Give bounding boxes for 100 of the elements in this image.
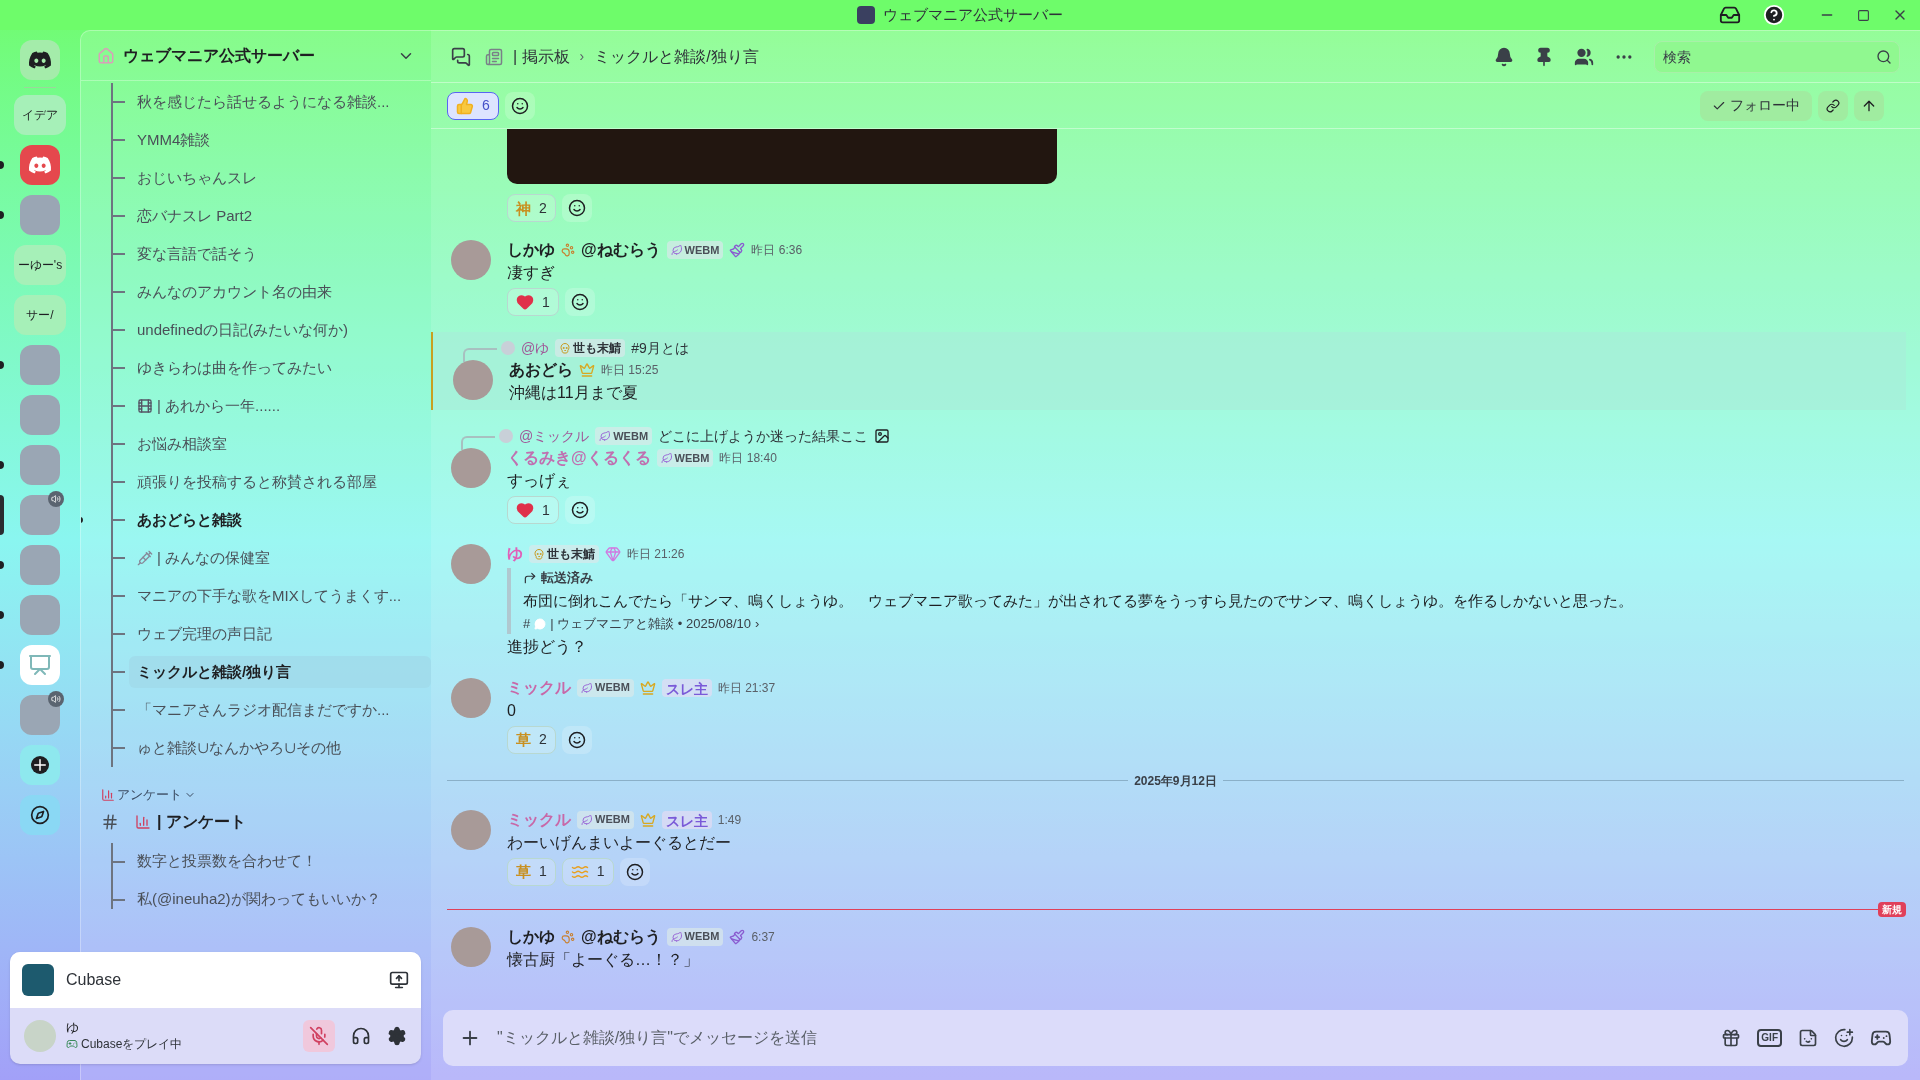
sticker-icon[interactable] (1798, 1028, 1818, 1048)
avatar (499, 429, 513, 443)
speaker-icon (48, 491, 64, 507)
leaf-icon (670, 930, 683, 943)
muted-microphone-icon[interactable] (303, 1020, 335, 1052)
thread-item[interactable]: 数字と投票数を合わせて！ (129, 845, 431, 878)
add-server-button[interactable] (20, 745, 60, 785)
reaction-button[interactable]: 1 (561, 857, 614, 886)
pin-icon[interactable] (1534, 46, 1554, 67)
add-reaction-icon[interactable] (561, 725, 592, 754)
reaction-button[interactable]: 草 1 (507, 857, 556, 886)
message-text: 沖縄は11月まで夏 (509, 383, 639, 403)
chart-icon (135, 813, 151, 830)
thread-item[interactable]: おじいちゃんスレ (129, 162, 431, 194)
forwarded-label: 転送済み (541, 569, 593, 587)
forum-icon (485, 47, 503, 66)
timestamp: 6:37 (751, 928, 775, 946)
thread-item[interactable]: ウェブ完理の声日記 (129, 618, 431, 650)
message-text: すっげぇ (507, 471, 572, 491)
thread-item[interactable]: お悩み相談室 (129, 428, 431, 460)
avatar (451, 240, 491, 280)
forwarded-text: 布団に倒れこんでたら「サンマ、鳴くしょうゆ。 ウェブマニア歌ってみた」が出されてる夢をうっすら見たのでサンマ、鳴くしょうゆ。を作るしかないと思った。 (523, 590, 1633, 611)
search-field[interactable]: 検索 (1654, 40, 1900, 73)
thread-item[interactable]: ゆきらわは曲を作ってみたい (129, 352, 431, 384)
author-name[interactable]: あおどら (509, 358, 573, 382)
maximize-icon[interactable] (1857, 8, 1870, 22)
forum-name[interactable]: | 掲示板 (513, 44, 570, 69)
reaction-button[interactable]: 6 (447, 91, 499, 120)
thread-item[interactable]: ゅと雑談∪なんかやろ∪その他 (129, 732, 431, 764)
screen-share-icon[interactable] (389, 970, 409, 990)
message-composer[interactable]: "ミックルと雑談/独り言"でメッセージを送信 GIF (443, 1010, 1908, 1066)
unread-indicator (0, 361, 4, 369)
reaction-button[interactable]: 神 2 (507, 194, 556, 222)
channel-item[interactable]: | アンケート (157, 809, 246, 834)
paw-icon (561, 243, 575, 257)
thread-item[interactable]: undefinedの日記(みたいな何か) (129, 314, 431, 346)
username: ゆ (66, 1020, 80, 1036)
thread-item[interactable]: 変な言語で話そう (129, 238, 431, 270)
headphones-icon[interactable] (351, 1026, 371, 1046)
thread-item[interactable]: 秋を感じたら話せるようになる雑談... (129, 86, 431, 118)
server-button[interactable]: サー/ (14, 295, 66, 335)
author-name[interactable]: しかゆ (507, 238, 555, 262)
thread-item[interactable]: | みんなの保健室 (129, 542, 431, 574)
inbox-icon[interactable] (1719, 4, 1741, 26)
add-reaction-icon[interactable] (619, 857, 650, 886)
author-name[interactable]: しかゆ (507, 924, 555, 949)
thread-item[interactable]: あおどらと雑談 (129, 504, 431, 536)
user-status: Cubaseをプレイ中 (81, 1036, 183, 1052)
thread-item[interactable]: マニアの下手な歌をMIXしてうまくす... (129, 580, 431, 612)
thread-item[interactable]: 私(@ineuha2)が関わってもいいか？ (129, 883, 431, 916)
role-tag: スレ主 (661, 810, 712, 829)
arrow-up-icon[interactable] (1854, 90, 1884, 121)
crown-icon (639, 679, 656, 696)
reaction-button[interactable]: 1 (507, 496, 559, 524)
server-name[interactable]: ウェブマニア公式サーバー (123, 43, 315, 68)
add-reaction-icon[interactable] (564, 288, 595, 316)
gif-button[interactable]: GIF (1757, 1029, 1782, 1047)
reaction-button[interactable]: 1 (507, 288, 559, 316)
reply-author[interactable]: @ミックル (519, 425, 590, 447)
bell-icon[interactable] (1494, 46, 1514, 67)
thread-item[interactable]: | あれから一年...... (129, 390, 431, 422)
add-reaction-icon[interactable] (504, 91, 535, 120)
thread-item[interactable]: 恋バナスレ Part2 (129, 200, 431, 232)
search-icon[interactable] (1876, 48, 1892, 65)
breadcrumb-separator: › (579, 47, 585, 66)
category-header[interactable]: アンケート (117, 785, 182, 805)
message-text: 凄すぎ (507, 263, 556, 283)
server-button[interactable]: イデア (14, 95, 66, 135)
members-icon[interactable] (1574, 46, 1594, 67)
thread-item[interactable]: みんなのアカウント名の由来 (129, 276, 431, 308)
author-name[interactable]: @ねむらう (581, 238, 661, 262)
thread-item[interactable]: 頑張りを投稿すると称賛される部屋 (129, 466, 431, 498)
brush-icon (729, 242, 746, 258)
follow-button[interactable]: フォロー中 (1700, 90, 1812, 121)
forward-source[interactable]: | ウェブマニアと雑談 • 2025/08/10 (550, 614, 752, 634)
add-reaction-icon[interactable] (564, 496, 595, 524)
server-button[interactable] (20, 145, 60, 185)
unread-indicator (0, 461, 4, 469)
message-input[interactable]: "ミックルと雑談/独り言"でメッセージを送信 (497, 1026, 1706, 1050)
reply-author[interactable]: @ゆ (521, 337, 550, 359)
server-button[interactable]: ーゆー's (14, 245, 66, 285)
thumbs-up-icon (456, 96, 474, 115)
gift-icon[interactable] (1721, 1028, 1742, 1048)
settings-icon[interactable] (387, 1026, 407, 1046)
server-icon (857, 6, 875, 24)
thread-item[interactable]: 「マニアさんラジオ配信まだですか... (129, 694, 431, 726)
help-icon[interactable] (1763, 4, 1785, 26)
emoji-icon[interactable] (1834, 1028, 1854, 1048)
server-avatar[interactable] (20, 495, 60, 535)
add-reaction-icon[interactable] (561, 194, 592, 222)
home-button[interactable] (20, 40, 60, 80)
role-tag: スレ主 (661, 678, 712, 697)
server-avatar[interactable] (20, 695, 60, 735)
reaction-button[interactable]: 草 2 (507, 725, 556, 754)
author-name[interactable]: @ねむらう (581, 924, 661, 949)
link-icon[interactable] (1818, 90, 1848, 121)
film-icon (137, 398, 153, 414)
thread-item[interactable]: YMM4雑談 (129, 124, 431, 156)
thread-item[interactable]: ミックルと雑談/独り言 (129, 656, 431, 688)
explore-button[interactable] (20, 795, 60, 835)
